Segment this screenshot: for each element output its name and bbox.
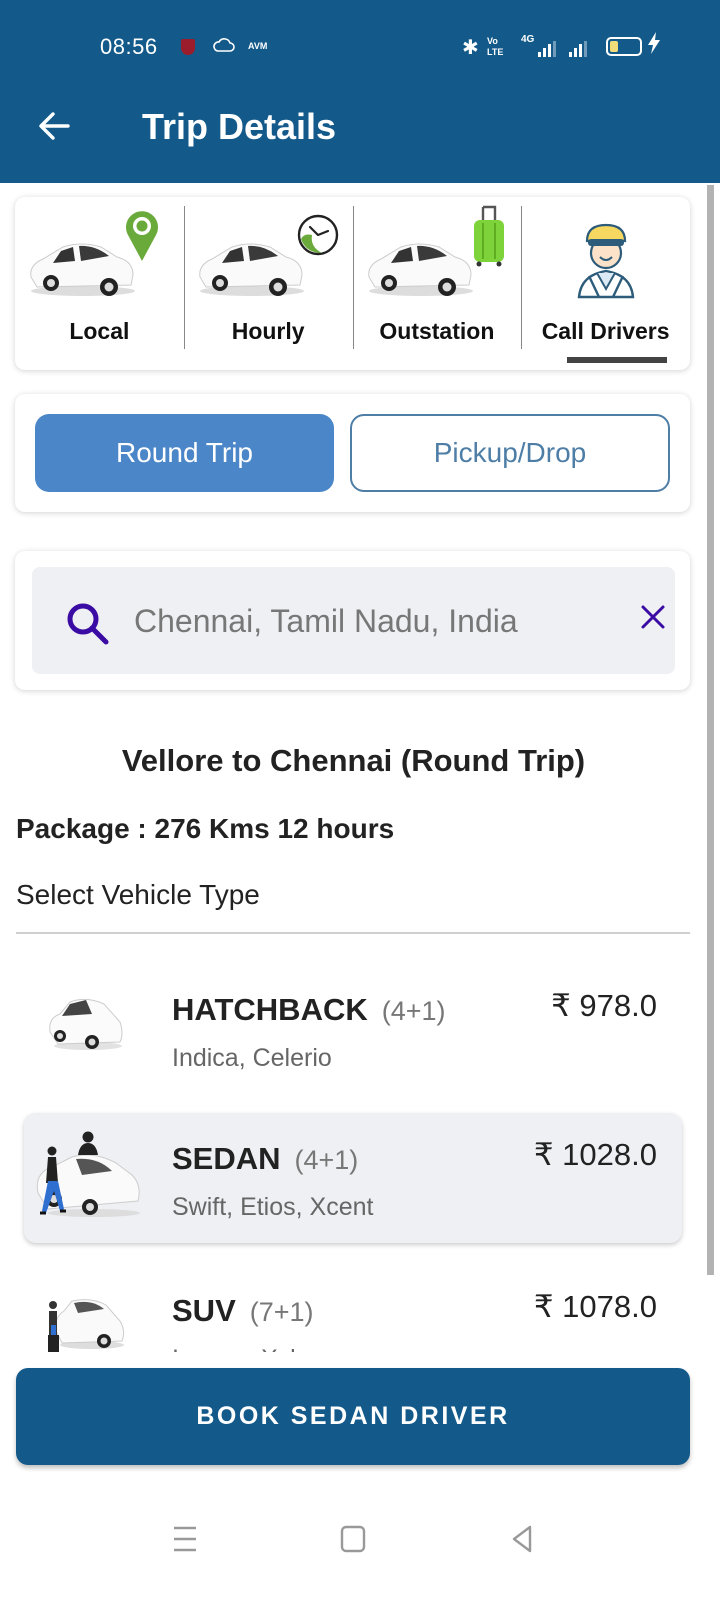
- selected-tab-indicator: [567, 357, 668, 363]
- package-info: Package : 276 Kms 12 hours: [16, 813, 395, 844]
- vehicle-seats: (4+1): [381, 996, 446, 1026]
- vehicle-price: ₹ 1078.0: [533, 1289, 657, 1324]
- avm-icon: AVM: [248, 41, 268, 51]
- bluetooth-icon: ✱: [462, 37, 479, 59]
- suitcase-icon: [473, 205, 504, 267]
- back-icon[interactable]: [497, 1514, 547, 1564]
- sedan-car-icon: [36, 1131, 140, 1217]
- vehicle-seats: (7+1): [249, 1297, 314, 1327]
- trip-type-card: Round Trip Pickup/Drop: [15, 394, 690, 512]
- mcafee-shield-icon: [181, 39, 195, 55]
- driver-icon: [577, 223, 635, 299]
- vehicle-name: SUV (7+1): [172, 1293, 314, 1329]
- tab-outstation-label: Outstation: [379, 318, 495, 344]
- network-type-icon: 4G: [521, 34, 535, 45]
- service-tabs: Local Hourly Outstation Call Drivers: [15, 197, 690, 370]
- cloud-icon: [213, 38, 235, 52]
- pickup-drop-button[interactable]: Pickup/Drop: [350, 414, 670, 492]
- volte-bottom: LTE: [487, 47, 504, 57]
- tab-local[interactable]: Local: [15, 197, 184, 370]
- vehicle-list: HATCHBACK (4+1) Indica, Celerio ₹ 978.0 S…: [0, 940, 707, 1352]
- signal-strength-icon: [538, 41, 556, 57]
- route-title: Vellore to Chennai (Round Trip): [121, 743, 586, 778]
- search-box: [32, 567, 675, 674]
- tab-call-drivers[interactable]: Call Drivers: [521, 197, 690, 370]
- home-icon[interactable]: [328, 1514, 378, 1564]
- vehicle-name: HATCHBACK (4+1): [172, 992, 446, 1028]
- divider: [16, 932, 690, 934]
- signal-strength-icon-2: [569, 41, 587, 57]
- vehicle-price: ₹ 978.0: [551, 988, 657, 1023]
- search-icon: [67, 603, 109, 645]
- status-bar: 08:56 AVM ✱ Vo LTE 4G: [0, 30, 720, 66]
- hatchback-car-icon: [49, 998, 123, 1050]
- menu-icon[interactable]: [160, 1514, 210, 1564]
- clock-icon: [297, 214, 338, 256]
- round-trip-button[interactable]: Round Trip: [35, 414, 334, 492]
- charging-icon: [647, 32, 661, 60]
- vehicle-option-suv[interactable]: SUV (7+1) Innova, Xylo ₹ 1078.0: [24, 1265, 682, 1352]
- status-time: 08:56: [100, 34, 158, 59]
- book-driver-button[interactable]: BOOK SEDAN DRIVER: [16, 1368, 690, 1465]
- select-vehicle-label: Select Vehicle Type: [16, 879, 260, 910]
- vehicle-models: Indica, Celerio: [172, 1044, 332, 1072]
- vehicle-seats: (4+1): [294, 1145, 359, 1175]
- volte-icon: Vo LTE: [487, 36, 503, 58]
- page-title: Trip Details: [142, 106, 337, 147]
- tab-hourly-label: Hourly: [231, 318, 305, 344]
- vehicle-option-sedan[interactable]: SEDAN (4+1) Swift, Etios, Xcent ₹ 1028.0: [24, 1113, 682, 1243]
- vehicle-models: Swift, Etios, Xcent: [172, 1193, 374, 1221]
- car-icon: [30, 243, 135, 296]
- vehicle-models: Innova, Xylo: [172, 1345, 310, 1352]
- scrollbar[interactable]: [707, 185, 714, 1275]
- vehicle-name: SEDAN (4+1): [172, 1141, 358, 1177]
- tab-local-label: Local: [69, 318, 130, 344]
- back-button[interactable]: [36, 106, 76, 146]
- car-icon: [199, 243, 304, 296]
- vehicle-type: SUV: [172, 1293, 236, 1328]
- system-nav-bar: [0, 1490, 720, 1600]
- battery-icon: [606, 37, 642, 56]
- car-icon: [367, 243, 473, 296]
- tab-hourly[interactable]: Hourly: [183, 197, 353, 370]
- suv-car-icon: [48, 1299, 125, 1352]
- vehicle-type: SEDAN: [172, 1141, 281, 1176]
- vehicle-type: HATCHBACK: [172, 992, 368, 1027]
- app-header: 08:56 AVM ✱ Vo LTE 4G Trip Details: [0, 0, 720, 183]
- volte-top: Vo: [487, 36, 498, 46]
- tab-call-drivers-label: Call Drivers: [541, 318, 670, 344]
- location-search-input[interactable]: [134, 595, 614, 647]
- vehicle-option-hatchback[interactable]: HATCHBACK (4+1) Indica, Celerio ₹ 978.0: [24, 964, 682, 1094]
- close-icon[interactable]: [636, 600, 670, 634]
- tab-outstation[interactable]: Outstation: [352, 197, 522, 370]
- vehicle-price: ₹ 1028.0: [533, 1137, 657, 1172]
- arrow-left-icon: [39, 112, 70, 140]
- search-card: [15, 551, 690, 690]
- location-pin-icon: [126, 211, 158, 261]
